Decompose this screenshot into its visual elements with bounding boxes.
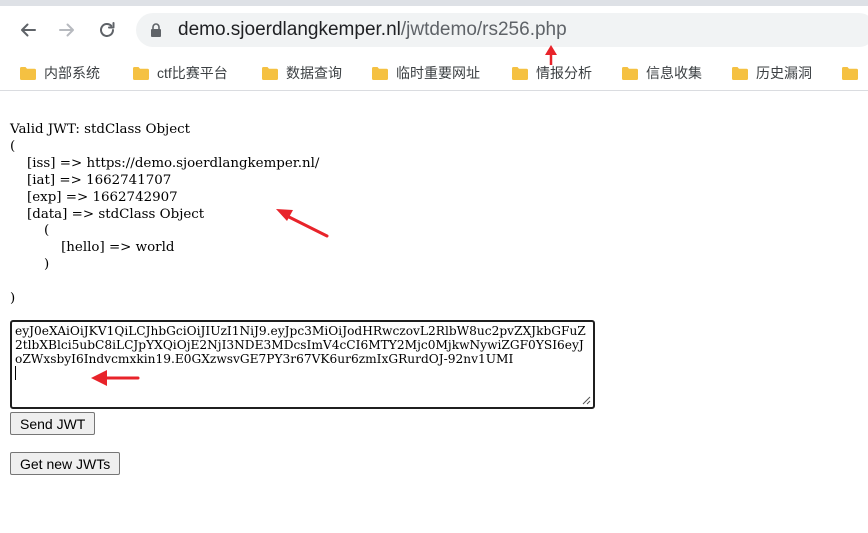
folder-icon (133, 66, 149, 80)
folder-icon (512, 66, 528, 80)
folder-icon (20, 66, 36, 80)
folder-icon (622, 66, 638, 80)
bookmark-label: 数据查询 (286, 65, 342, 81)
folder-icon (372, 66, 388, 80)
bookmarks-bar: 内部系统 ctf比赛平台 数据查询 临时重要网址 情报分析 信息收集 历史漏洞 (0, 54, 868, 91)
reload-icon (100, 22, 115, 37)
folder-icon (262, 66, 278, 80)
folder-icon (732, 66, 748, 80)
forward-arrow-icon (59, 23, 74, 37)
reload-button[interactable] (93, 16, 121, 44)
url-host: demo.sjoerdlangkemper.nl (178, 19, 401, 40)
bookmark-label: 情报分析 (536, 65, 592, 81)
forward-button[interactable] (53, 16, 81, 44)
lock-icon (151, 23, 161, 37)
bookmark-label: 临时重要网址 (396, 65, 480, 81)
bookmark-item[interactable]: 信息收集 (622, 62, 702, 84)
bookmark-item[interactable]: 情报分析 (512, 62, 592, 84)
bookmark-item[interactable]: 内部系统 (20, 62, 100, 84)
browser-toolbar: demo.sjoerdlangkemper.nl/jwtdemo/rs256.p… (0, 6, 868, 54)
back-button[interactable] (14, 16, 42, 44)
bookmark-item[interactable]: 数据查询 (262, 62, 342, 84)
folder-icon (842, 66, 858, 80)
url-path: /jwtdemo/rs256.php (400, 19, 567, 40)
page-content: Valid JWT: stdClass Object ( [iss] => ht… (10, 122, 319, 308)
text-caret (15, 366, 16, 380)
send-jwt-button[interactable]: Send JWT (10, 412, 96, 435)
url-text: demo.sjoerdlangkemper.nl/jwtdemo/rs256.p… (178, 19, 567, 41)
bookmark-label: 历史漏洞 (756, 65, 812, 81)
bookmark-item[interactable]: 临时重要网址 (372, 62, 480, 84)
bookmark-item[interactable]: ctf比赛平台 (133, 62, 228, 84)
jwt-dump-output: Valid JWT: stdClass Object ( [iss] => ht… (10, 122, 320, 307)
back-arrow-icon (21, 23, 36, 37)
bookmark-label: 内部系统 (44, 65, 100, 81)
bookmark-item-overflow[interactable] (842, 62, 866, 84)
get-new-jwts-button[interactable]: Get new JWTs (10, 452, 121, 475)
resize-grip-icon[interactable] (581, 395, 591, 405)
bookmark-label: 信息收集 (646, 65, 702, 81)
jwt-value: eyJ0eXAiOiJKV1QiLCJhbGciOiJIUzI1NiJ9.eyJ… (15, 324, 586, 366)
bookmark-label: ctf比赛平台 (157, 65, 228, 81)
jwt-textarea[interactable]: eyJ0eXAiOiJKV1QiLCJhbGciOiJIUzI1NiJ9.eyJ… (10, 320, 595, 409)
address-bar[interactable]: demo.sjoerdlangkemper.nl/jwtdemo/rs256.p… (136, 13, 868, 47)
bookmark-item[interactable]: 历史漏洞 (732, 62, 812, 84)
